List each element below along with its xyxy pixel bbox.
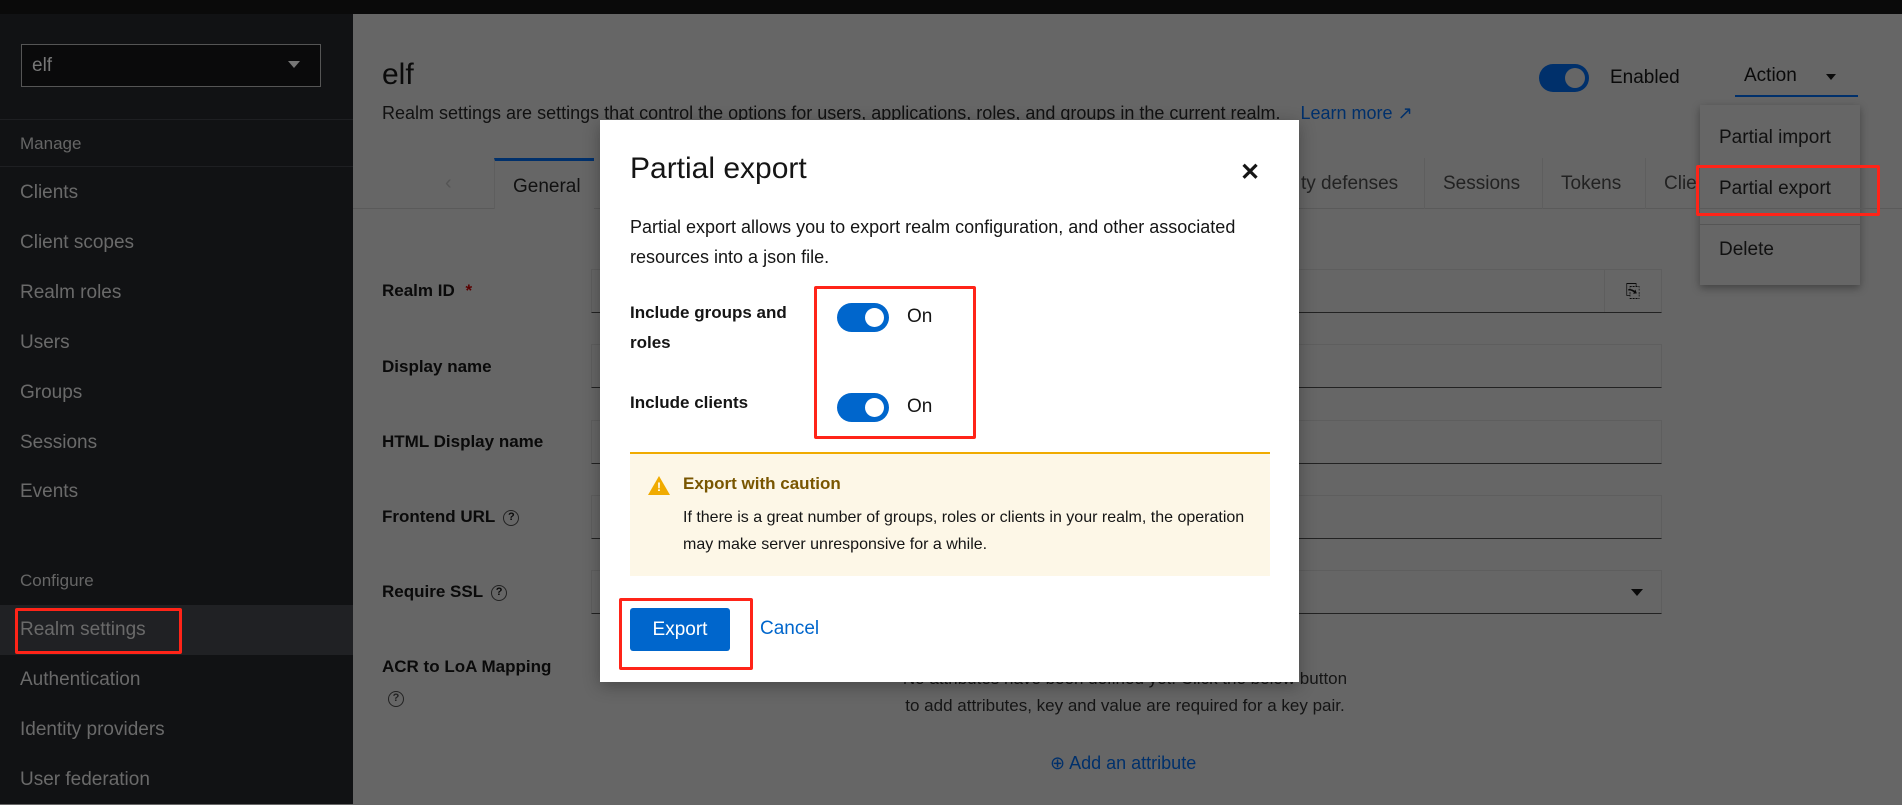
export-button[interactable]: Export bbox=[630, 608, 730, 651]
caret-down-icon bbox=[1826, 74, 1836, 80]
include-groups-state: On bbox=[907, 306, 933, 327]
top-bar bbox=[0, 0, 1902, 14]
include-clients-toggle[interactable] bbox=[837, 393, 889, 422]
divider bbox=[0, 119, 353, 120]
chevron-left-icon[interactable]: ‹ bbox=[445, 172, 452, 195]
tab-tokens[interactable]: Tokens bbox=[1542, 158, 1645, 209]
label-display-name: Display name bbox=[382, 357, 492, 376]
menu-divider bbox=[1700, 224, 1860, 225]
sidebar-item-users[interactable]: Users bbox=[0, 318, 353, 368]
sidebar: elf Manage Clients Client scopes Realm r… bbox=[0, 14, 353, 804]
cancel-button[interactable]: Cancel bbox=[760, 618, 819, 640]
plus-circle-icon: ⊕ bbox=[1050, 753, 1066, 773]
close-icon[interactable]: ✕ bbox=[1240, 158, 1260, 187]
required-mark: * bbox=[465, 281, 473, 300]
modal-title: Partial export bbox=[630, 152, 807, 185]
label-require-ssl: Require SSL? bbox=[382, 582, 508, 602]
include-groups-toggle[interactable] bbox=[837, 303, 889, 332]
toggle-knob bbox=[865, 398, 884, 417]
external-link-icon: ↗ bbox=[1397, 103, 1413, 123]
sidebar-item-identity-providers[interactable]: Identity providers bbox=[0, 705, 353, 755]
tab-clients[interactable]: Clie bbox=[1645, 158, 1705, 209]
include-groups-label: Include groups and roles bbox=[630, 303, 787, 352]
help-icon[interactable]: ? bbox=[491, 584, 508, 601]
menu-item-partial-import[interactable]: Partial import bbox=[1719, 127, 1831, 149]
include-clients-label: Include clients bbox=[630, 393, 749, 412]
action-label: Action bbox=[1744, 65, 1797, 86]
enabled-toggle[interactable] bbox=[1539, 64, 1589, 92]
toggle-knob bbox=[865, 308, 884, 327]
sidebar-item-sessions[interactable]: Sessions bbox=[0, 418, 353, 468]
section-manage: Manage bbox=[20, 134, 82, 153]
help-icon[interactable]: ? bbox=[503, 509, 520, 526]
label-text: Realm ID bbox=[382, 281, 455, 300]
label-acr-loa-mapping: ACR to LoA Mapping bbox=[382, 657, 552, 676]
label-frontend-url: Frontend URL? bbox=[382, 507, 520, 527]
warning-alert: ! Export with caution If there is a grea… bbox=[630, 452, 1270, 576]
alert-title: Export with caution bbox=[683, 474, 841, 493]
action-dropdown[interactable]: Action bbox=[1735, 56, 1858, 97]
sidebar-item-client-scopes[interactable]: Client scopes bbox=[0, 218, 353, 268]
tab-general[interactable]: General bbox=[494, 158, 594, 209]
page-title: elf bbox=[382, 58, 414, 91]
realm-selector[interactable]: elf bbox=[21, 44, 321, 87]
sidebar-item-realm-roles[interactable]: Realm roles bbox=[0, 268, 353, 318]
help-glyph: ? bbox=[388, 690, 404, 707]
tab-security-defenses[interactable]: ty defenses bbox=[1283, 158, 1424, 209]
help-icon[interactable]: ? bbox=[388, 690, 404, 708]
label-text: Frontend URL bbox=[382, 507, 496, 526]
alert-body: If there is a great number of groups, ro… bbox=[683, 509, 1245, 553]
warning-icon: ! bbox=[648, 476, 670, 495]
section-configure: Configure bbox=[20, 571, 94, 590]
toggle-knob bbox=[1565, 68, 1585, 88]
label-realm-id: Realm ID * bbox=[382, 281, 472, 301]
add-attribute-link[interactable]: ⊕ Add an attribute bbox=[1050, 753, 1196, 774]
enabled-label: Enabled bbox=[1610, 67, 1680, 88]
learn-more-label: Learn more bbox=[1300, 103, 1393, 123]
realm-name: elf bbox=[32, 55, 53, 76]
label-text: Require SSL bbox=[382, 582, 484, 601]
sidebar-item-authentication[interactable]: Authentication bbox=[0, 655, 353, 705]
include-clients-state: On bbox=[907, 396, 933, 417]
sidebar-item-groups[interactable]: Groups bbox=[0, 368, 353, 418]
add-attribute-label: Add an attribute bbox=[1069, 753, 1197, 773]
caret-down-icon bbox=[1631, 589, 1643, 596]
sidebar-item-events[interactable]: Events bbox=[0, 467, 353, 517]
caret-down-icon bbox=[288, 61, 300, 68]
learn-more-link[interactable]: Learn more ↗ bbox=[1300, 103, 1412, 123]
menu-item-delete[interactable]: Delete bbox=[1719, 239, 1774, 261]
modal-description: Partial export allows you to export real… bbox=[630, 217, 1236, 267]
label-html-display-name: HTML Display name bbox=[382, 432, 544, 451]
sidebar-item-user-federation[interactable]: User federation bbox=[0, 755, 353, 805]
sidebar-item-clients[interactable]: Clients bbox=[0, 168, 353, 218]
tab-sessions[interactable]: Sessions bbox=[1424, 158, 1542, 209]
divider bbox=[0, 166, 353, 167]
partial-export-modal: Partial export ✕ Partial export allows y… bbox=[600, 120, 1299, 682]
copy-icon[interactable]: ⎘ bbox=[1604, 270, 1661, 312]
sidebar-item-realm-settings[interactable]: Realm settings bbox=[0, 605, 353, 655]
